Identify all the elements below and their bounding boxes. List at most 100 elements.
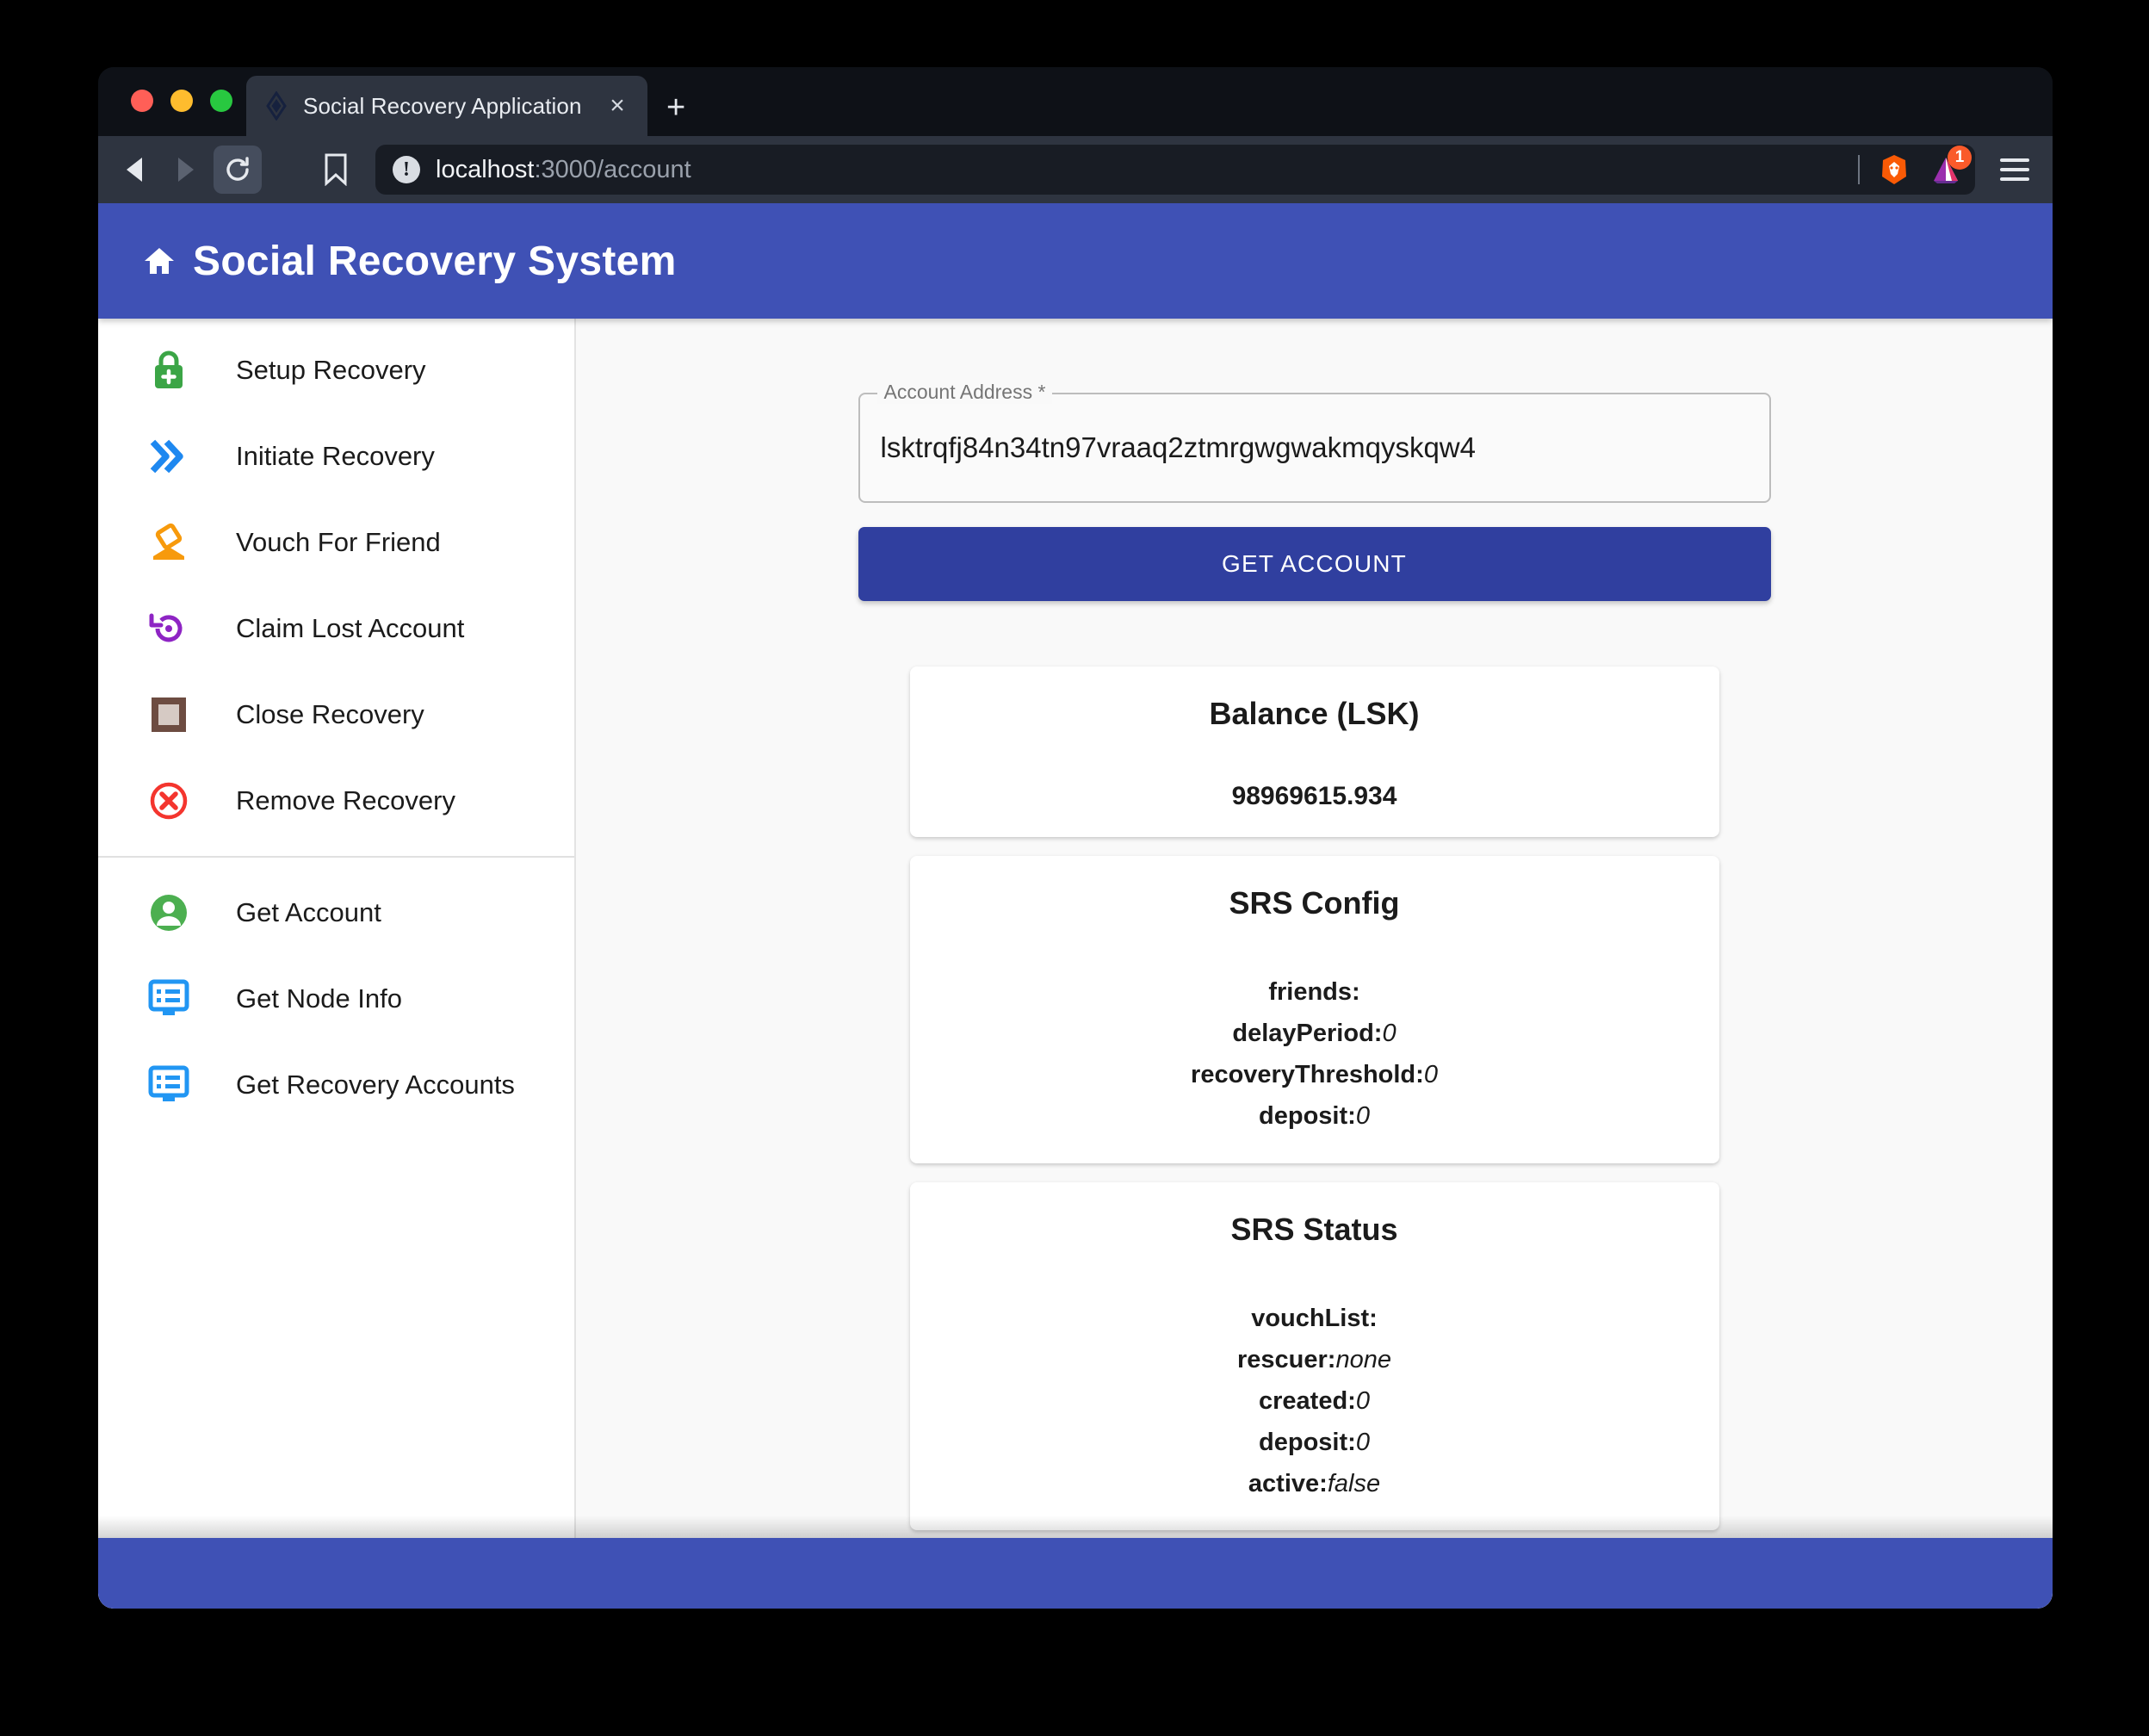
- sidebar-item-initiate-recovery[interactable]: Initiate Recovery: [98, 413, 574, 499]
- row-key: deposit:: [1259, 1102, 1356, 1131]
- row-key: vouchList:: [1251, 1304, 1378, 1332]
- approval-stamp-icon: [146, 520, 191, 565]
- row-value: false: [1327, 1470, 1381, 1497]
- balance-value: 98969615.934: [1231, 782, 1397, 810]
- sidebar-item-label: Close Recovery: [236, 699, 424, 730]
- row-key: recoveryThreshold:: [1191, 1061, 1424, 1089]
- sidebar-item-label: Claim Lost Account: [236, 613, 465, 644]
- toolbar-divider: [1858, 155, 1860, 184]
- browser-toolbar: ! localhost :3000/account 1: [98, 136, 2053, 203]
- srs-config-card: SRS Config friends: delayPeriod:0 recove…: [909, 856, 1719, 1163]
- srs-status-row: active:false: [931, 1463, 1699, 1504]
- sidebar-item-get-recovery-accounts[interactable]: Get Recovery Accounts: [98, 1042, 574, 1128]
- row-value: none: [1335, 1345, 1391, 1373]
- bat-badge-count: 1: [1948, 146, 1972, 170]
- crop-square-icon: [146, 692, 191, 737]
- srs-config-row: deposit:0: [931, 1095, 1699, 1137]
- row-value: 0: [1382, 1020, 1397, 1048]
- url-path: :3000/account: [534, 155, 691, 183]
- lisk-logo-icon: [266, 91, 287, 121]
- account-circle-icon: [146, 890, 191, 935]
- app-footer: [98, 1538, 2053, 1609]
- get-account-button[interactable]: GET ACCOUNT: [858, 527, 1771, 601]
- window-traffic-lights: [131, 90, 232, 112]
- minimize-window-button[interactable]: [170, 90, 193, 112]
- account-address-field[interactable]: Account Address * lsktrqfj84n34tn97vraaq…: [858, 381, 1771, 503]
- sidebar-item-label: Remove Recovery: [236, 785, 455, 816]
- restore-circle-icon: [146, 606, 191, 651]
- lock-plus-icon: [146, 348, 191, 393]
- srs-status-row: deposit:0: [931, 1422, 1699, 1463]
- back-arrow-icon[interactable]: [110, 146, 158, 194]
- row-key: created:: [1259, 1386, 1356, 1415]
- account-address-input[interactable]: lsktrqfj84n34tn97vraaq2ztmrgwgwakmqyskqw…: [881, 431, 1477, 464]
- srs-config-row: delayPeriod:0: [931, 1013, 1699, 1054]
- page-title: Social Recovery System: [193, 238, 677, 284]
- double-chevron-right-icon: [146, 434, 191, 479]
- row-key: delayPeriod:: [1232, 1020, 1383, 1048]
- main-content: Account Address * lsktrqfj84n34tn97vraaq…: [576, 319, 2053, 1609]
- home-icon[interactable]: [143, 246, 176, 276]
- browser-tab-title: Social Recovery Application: [303, 92, 582, 119]
- sidebar-item-get-node-info[interactable]: Get Node Info: [98, 956, 574, 1042]
- row-key: active:: [1248, 1470, 1328, 1497]
- srs-status-card: SRS Status vouchList: rescuer:none creat…: [909, 1181, 1719, 1531]
- browser-tab-strip: Social Recovery Application × +: [98, 67, 2053, 136]
- bat-triangle-icon[interactable]: 1: [1929, 146, 1972, 187]
- browser-tab[interactable]: Social Recovery Application ×: [246, 76, 647, 136]
- reload-icon[interactable]: [214, 146, 262, 194]
- sidebar: Setup Recovery Initiate Recovery Vouch F…: [98, 319, 576, 1609]
- sidebar-primary-group: Setup Recovery Initiate Recovery Vouch F…: [98, 327, 574, 844]
- account-lookup-form: Account Address * lsktrqfj84n34tn97vraaq…: [858, 381, 1771, 601]
- row-value: 0: [1355, 1428, 1370, 1456]
- srs-status-row: vouchList:: [931, 1298, 1699, 1339]
- row-key: deposit:: [1259, 1428, 1356, 1456]
- reload-glyph: [226, 157, 249, 181]
- row-value: 0: [1423, 1061, 1438, 1089]
- url-bar[interactable]: ! localhost :3000/account 1: [375, 145, 1975, 195]
- srs-status-card-title: SRS Status: [1230, 1211, 1398, 1247]
- account-address-label: Account Address *: [876, 381, 1053, 404]
- row-value: 0: [1355, 1386, 1370, 1415]
- sidebar-item-label: Vouch For Friend: [236, 527, 441, 558]
- browser-window: Social Recovery Application × + ! localh…: [98, 67, 2053, 1609]
- page-body: Setup Recovery Initiate Recovery Vouch F…: [98, 319, 2053, 1609]
- url-bar-actions: 1: [1858, 145, 1972, 195]
- sidebar-item-label: Get Account: [236, 897, 381, 928]
- sidebar-item-label: Get Recovery Accounts: [236, 1070, 515, 1100]
- sidebar-divider: [98, 856, 574, 858]
- close-icon[interactable]: ×: [603, 93, 632, 119]
- bookmark-icon[interactable]: [312, 146, 360, 194]
- url-host: localhost: [436, 155, 535, 183]
- balance-card: Balance (LSK) 98969615.934: [909, 666, 1719, 837]
- page-viewport: Social Recovery System Setup Recovery In…: [98, 203, 2053, 1609]
- sidebar-item-label: Setup Recovery: [236, 355, 426, 386]
- sidebar-secondary-group: Get Account Get Node Info Get Recovery A…: [98, 870, 574, 1128]
- srs-config-row: friends:: [931, 971, 1699, 1013]
- sidebar-item-label: Get Node Info: [236, 983, 403, 1014]
- row-key: rescuer:: [1237, 1345, 1336, 1373]
- cancel-circle-icon: [146, 778, 191, 823]
- hamburger-menu-icon[interactable]: [1989, 158, 2041, 181]
- list-screen-icon: [146, 976, 191, 1021]
- app-header: Social Recovery System: [98, 203, 2053, 319]
- sidebar-item-setup-recovery[interactable]: Setup Recovery: [98, 327, 574, 413]
- not-secure-info-icon[interactable]: !: [393, 156, 420, 183]
- sidebar-item-get-account[interactable]: Get Account: [98, 870, 574, 956]
- srs-status-row: created:0: [931, 1380, 1699, 1422]
- sidebar-item-claim-lost-account[interactable]: Claim Lost Account: [98, 586, 574, 672]
- maximize-window-button[interactable]: [210, 90, 232, 112]
- srs-status-row: rescuer:none: [931, 1339, 1699, 1380]
- account-results: Balance (LSK) 98969615.934 SRS Config fr…: [909, 666, 1719, 1549]
- sidebar-item-label: Initiate Recovery: [236, 441, 435, 472]
- brave-lion-icon[interactable]: [1877, 152, 1911, 187]
- sidebar-item-remove-recovery[interactable]: Remove Recovery: [98, 758, 574, 844]
- row-key: friends:: [1268, 978, 1360, 1006]
- forward-arrow-icon: [162, 146, 210, 194]
- list-screen-icon: [146, 1063, 191, 1107]
- new-tab-button[interactable]: +: [666, 91, 685, 124]
- balance-card-title: Balance (LSK): [1209, 696, 1420, 731]
- close-window-button[interactable]: [131, 90, 153, 112]
- sidebar-item-close-recovery[interactable]: Close Recovery: [98, 672, 574, 758]
- sidebar-item-vouch-for-friend[interactable]: Vouch For Friend: [98, 499, 574, 586]
